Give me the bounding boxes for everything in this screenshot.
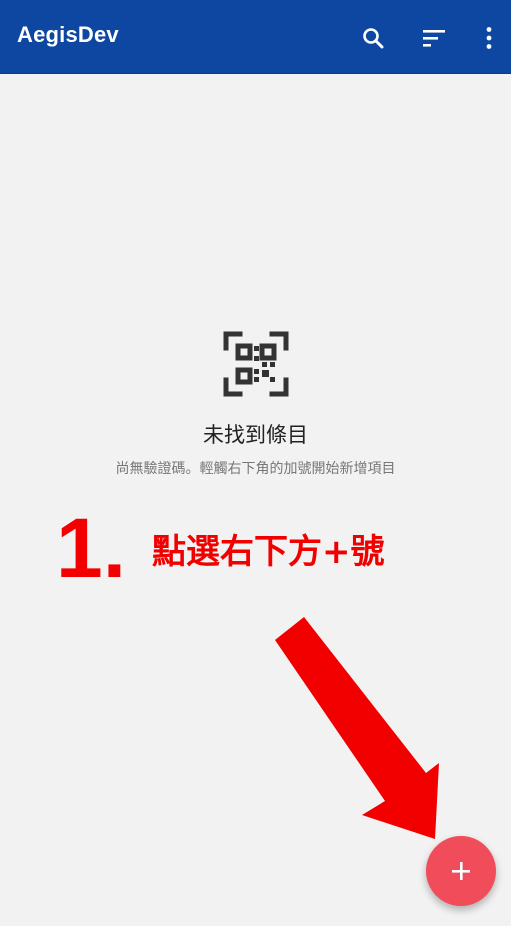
- empty-state-description: 尚無驗證碼。輕觸右下角的加號開始新增項目: [115, 461, 396, 477]
- more-vertical-icon: [486, 27, 492, 49]
- sort-button[interactable]: [420, 24, 448, 52]
- add-entry-button[interactable]: [426, 836, 496, 906]
- top-app-bar: AegisDev: [0, 0, 511, 74]
- app-screen: AegisDev 未找到條目 尚無驗證碼。輕觸右下角的加號開始新增項目 1. 點…: [0, 0, 511, 926]
- more-options-button[interactable]: [475, 24, 503, 52]
- plus-icon: [452, 862, 470, 880]
- red-arrow-icon: [275, 617, 439, 839]
- empty-state-title: 未找到條目: [203, 423, 308, 447]
- app-title: AegisDev: [17, 22, 119, 47]
- qr-code-icon: [223, 331, 289, 397]
- annotation-instruction: 點選右下方+號: [152, 532, 385, 572]
- search-button[interactable]: [359, 24, 387, 52]
- empty-state: 未找到條目 尚無驗證碼。輕觸右下角的加號開始新增項目: [0, 322, 511, 482]
- annotation-step-number: 1.: [56, 501, 127, 595]
- sort-icon: [423, 30, 445, 47]
- search-icon: [363, 28, 384, 49]
